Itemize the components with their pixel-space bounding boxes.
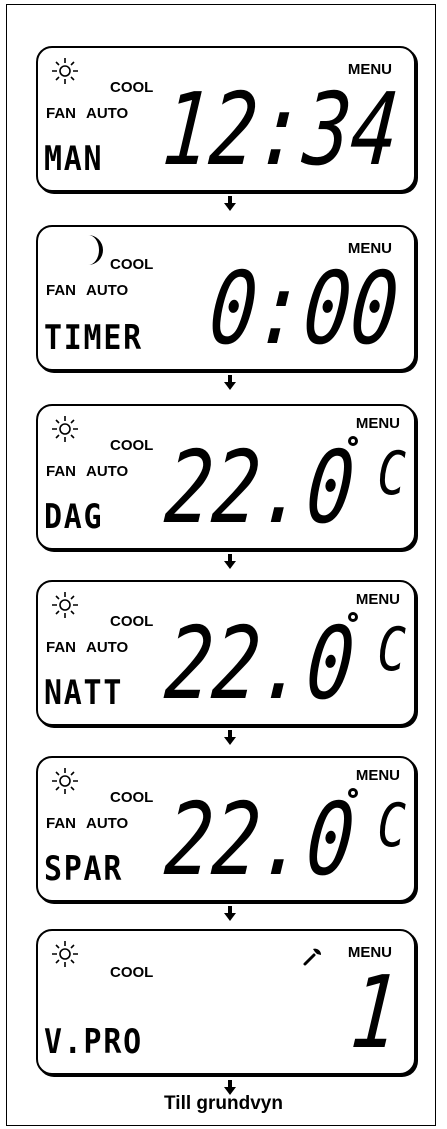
lcd-screen-spar: COOL FAN AUTO MENU SPAR 22.0 C [36,756,416,902]
menu-label: MENU [355,767,400,784]
sun-icon [52,416,78,442]
lcd-screen-dag: COOL FAN AUTO MENU DAG 22.0 C [36,404,416,550]
moon-icon [88,235,103,265]
sun-icon [52,768,78,794]
cool-label: COOL [110,437,154,454]
cool-label: COOL [110,964,154,981]
arrow-down-icon [224,375,236,390]
mode-label: TIMER [44,318,143,358]
arrow-down-icon [224,730,236,745]
mode-label: NATT [44,673,124,713]
temperature-display: 22.0 [161,781,359,898]
lcd-screen-vpro: COOL MENU V.PRO 1 [36,929,416,1075]
unit-label: C [377,439,406,509]
menu-label: MENU [355,415,400,432]
cool-label: COOL [110,256,154,273]
fan-label: FAN [46,105,76,122]
arrow-down-icon [224,554,236,569]
lcd-screen-man: COOL FAN AUTO MENU MAN 12:34 [36,46,416,192]
cool-label: COOL [110,79,154,96]
cool-label: COOL [110,789,154,806]
arrow-down-icon [224,906,236,921]
timer-display: 0:00 [205,250,403,367]
menu-label: MENU [355,591,400,608]
wrench-icon [303,948,322,966]
sun-icon [52,58,78,84]
parameter-value-display: 1 [346,954,403,1071]
fan-label: FAN [46,639,76,656]
auto-label: AUTO [86,815,129,832]
degree-icon [348,612,358,622]
cool-label: COOL [110,613,154,630]
sun-icon [52,941,78,967]
auto-label: AUTO [86,463,129,480]
arrow-down-icon [224,196,236,211]
auto-label: AUTO [86,639,129,656]
auto-label: AUTO [86,105,129,122]
time-display: 12:34 [158,71,403,188]
caption: Till grundvyn [164,1093,283,1114]
sun-icon [52,592,78,618]
mode-label: DAG [44,497,104,537]
fan-label: FAN [46,815,76,832]
mode-label: V.PRO [44,1022,143,1062]
unit-label: C [377,791,406,861]
fan-label: FAN [46,463,76,480]
lcd-screen-natt: COOL FAN AUTO MENU NATT 22.0 C [36,580,416,726]
temperature-display: 22.0 [161,429,359,546]
fan-label: FAN [46,282,76,299]
degree-icon [348,436,358,446]
unit-label: C [377,615,406,685]
temperature-display: 22.0 [161,605,359,722]
lcd-screen-timer: COOL FAN AUTO MENU TIMER 0:00 [36,225,416,371]
auto-label: AUTO [86,282,129,299]
degree-icon [348,788,358,798]
mode-label: SPAR [44,849,124,889]
mode-label: MAN [44,139,104,179]
